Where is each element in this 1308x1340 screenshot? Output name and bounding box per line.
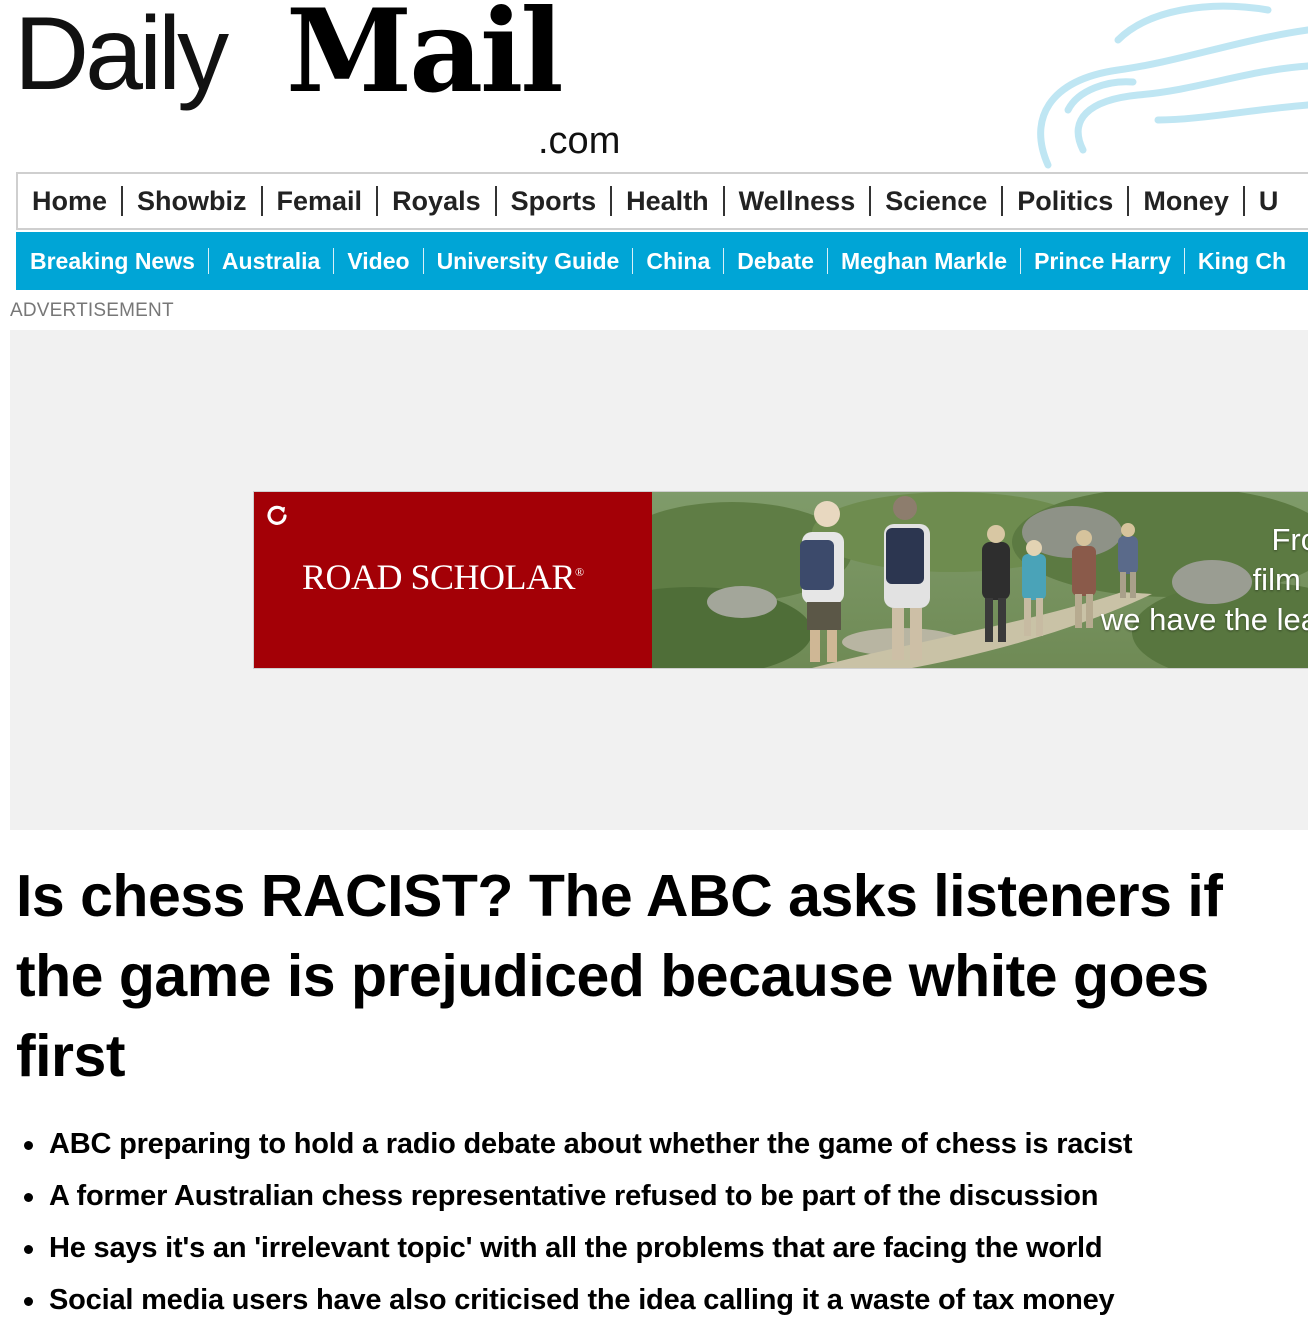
summary-bullet: He says it's an 'irrelevant topic' with …	[16, 1222, 1306, 1274]
nav-item-health[interactable]: Health	[610, 186, 723, 216]
bullet-dot	[24, 1297, 33, 1306]
nav-item-politics[interactable]: Politics	[1001, 186, 1127, 216]
secondary-nav: Breaking News Australia Video University…	[16, 232, 1308, 290]
nav-item-wellness[interactable]: Wellness	[722, 186, 870, 216]
bullet-dot	[24, 1245, 33, 1254]
logo-mail-text: Mail	[286, 0, 564, 118]
summary-bullet: Social media users have also criticised …	[16, 1274, 1306, 1326]
nav-item-home[interactable]: Home	[18, 186, 121, 216]
subnav-item-university-guide[interactable]: University Guide	[422, 248, 633, 274]
ad-brand-text: ROAD SCHOLAR	[302, 557, 576, 597]
subnav-item-video[interactable]: Video	[333, 248, 422, 274]
summary-bullet-text: A former Australian chess representative…	[49, 1180, 1099, 1212]
ad-trademark: ®	[575, 565, 584, 579]
ad-copy-line-1: Fro	[1271, 522, 1308, 557]
subnav-item-meghan-markle[interactable]: Meghan Markle	[826, 248, 1020, 274]
ad-copy-line-2: film f	[1252, 562, 1308, 597]
summary-bullet: A former Australian chess representative…	[16, 1170, 1306, 1222]
subnav-item-breaking-news[interactable]: Breaking News	[16, 248, 208, 274]
subnav-item-china[interactable]: China	[632, 248, 723, 274]
refresh-icon[interactable]	[264, 502, 290, 528]
logo-com-text: .com	[538, 120, 621, 162]
decorative-swirl-graphic	[1037, 2, 1308, 169]
bullet-dot	[24, 1193, 33, 1202]
nav-item-truncated[interactable]: U	[1242, 186, 1293, 216]
ad-brand-name: ROAD SCHOLAR®	[302, 556, 584, 598]
subnav-item-debate[interactable]: Debate	[723, 248, 827, 274]
ad-copy-line-3: we have the lea	[1100, 602, 1308, 637]
ad-brand-panel: ROAD SCHOLAR®	[254, 492, 652, 668]
nav-item-money[interactable]: Money	[1127, 186, 1243, 216]
article-headline: Is chess RACIST? The ABC asks listeners …	[16, 863, 1223, 1089]
masthead: Daily Mail .com	[0, 0, 1308, 170]
logo-daily-text: Daily	[14, 0, 229, 112]
nav-item-showbiz[interactable]: Showbiz	[121, 186, 261, 216]
subnav-item-australia[interactable]: Australia	[207, 248, 333, 274]
summary-bullet-text: Social media users have also criticised …	[49, 1284, 1115, 1316]
hikers-photo	[652, 492, 1308, 668]
summary-bullet: ABC preparing to hold a radio debate abo…	[16, 1118, 1306, 1170]
subnav-item-prince-harry[interactable]: Prince Harry	[1020, 248, 1184, 274]
advertisement-label: ADVERTISEMENT	[10, 300, 174, 321]
road-scholar-ad-banner[interactable]: ROAD SCHOLAR® Fr film we have the lea	[253, 491, 1308, 669]
nav-item-royals[interactable]: Royals	[376, 186, 495, 216]
nav-item-sports[interactable]: Sports	[494, 186, 611, 216]
summary-bullet-text: ABC preparing to hold a radio debate abo…	[49, 1128, 1133, 1160]
primary-nav: Home Showbiz Femail Royals Sports Health…	[16, 172, 1308, 230]
article-summary-bullets: ABC preparing to hold a radio debate abo…	[16, 1118, 1306, 1326]
advertisement-slot: ROAD SCHOLAR® Fr film we have the lea	[10, 330, 1308, 830]
subnav-item-king-charles[interactable]: King Ch	[1183, 248, 1299, 274]
bullet-dot	[24, 1141, 33, 1150]
nav-item-science[interactable]: Science	[869, 186, 1001, 216]
summary-bullet-text: He says it's an 'irrelevant topic' with …	[49, 1232, 1103, 1264]
nav-item-femail[interactable]: Femail	[260, 186, 377, 216]
